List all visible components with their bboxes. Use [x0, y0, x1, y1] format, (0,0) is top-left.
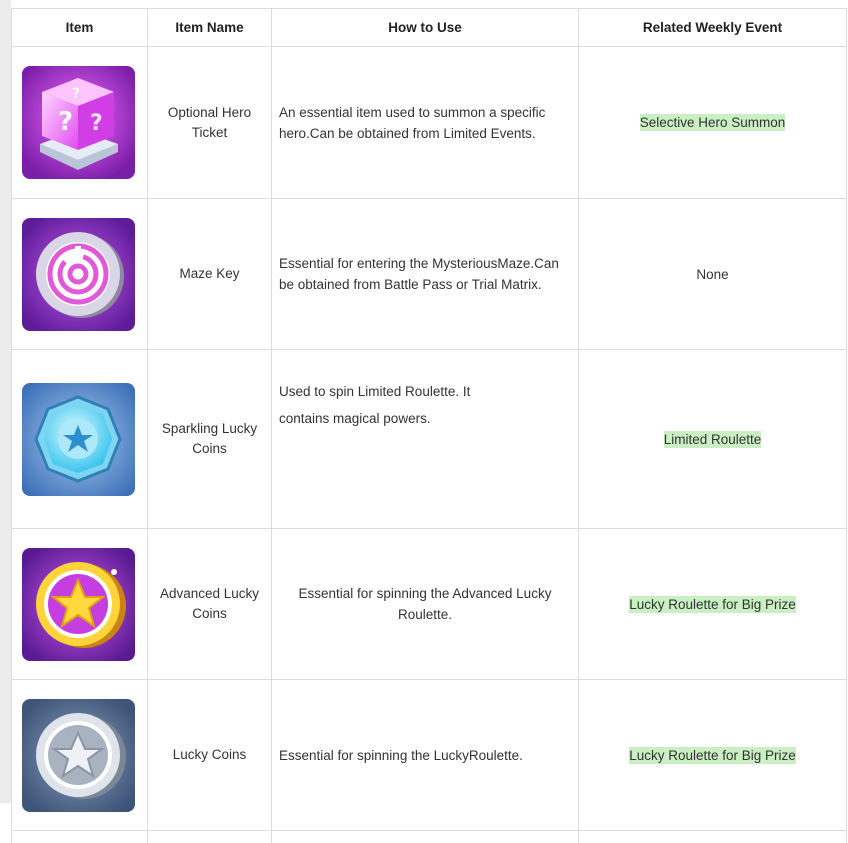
item-icon-cell: [12, 199, 148, 350]
item-usage: Essential for spinning the LuckyRoulette…: [272, 680, 579, 831]
gold-star-coin-icon: [22, 548, 135, 661]
usage-line-1: Used to spin Limited Roulette. It: [279, 378, 571, 405]
table-row: ? ? ? Optional Hero Ticket An essential …: [12, 47, 847, 199]
page: Item Item Name How to Use Related Weekly…: [0, 0, 848, 803]
related-event-cell: Lucky Roulette for Big Prize: [579, 680, 847, 831]
item-name: Optional Hero Ticket: [148, 47, 272, 199]
item-name: Maze Key: [148, 199, 272, 350]
header-related-event: Related Weekly Event: [579, 9, 847, 47]
sparkling-coin-icon: [22, 383, 135, 496]
related-event-cell: Selective Hero Summon: [579, 47, 847, 199]
related-event-cell: Limited Roulette: [579, 350, 847, 529]
related-event-cell: Lucky Roulette for Big Prize: [579, 529, 847, 680]
item-usage: Essential for entering the MysteriousMaz…: [272, 199, 579, 350]
header-item: Item: [12, 9, 148, 47]
table-row: Sparkling Lucky Coins Used to spin Limit…: [12, 350, 847, 529]
left-gutter: [0, 0, 11, 803]
item-icon-cell: [12, 350, 148, 529]
empty-cell: [272, 831, 579, 843]
svg-text:?: ?: [90, 111, 103, 136]
table-header-row: Item Item Name How to Use Related Weekly…: [12, 9, 847, 47]
svg-text:?: ?: [72, 86, 80, 102]
silver-star-coin-icon: [22, 699, 135, 812]
item-icon-cell: [12, 680, 148, 831]
item-icon-cell: [12, 529, 148, 680]
related-event-link[interactable]: Lucky Roulette for Big Prize: [629, 596, 796, 613]
table-row: Advanced Lucky Coins Essential for spinn…: [12, 529, 847, 680]
header-how-to-use: How to Use: [272, 9, 579, 47]
empty-cell: [579, 831, 847, 843]
item-icon-cell: ? ? ?: [12, 47, 148, 199]
item-usage: An essential item used to summon a speci…: [272, 47, 579, 199]
related-event-cell: None: [579, 199, 847, 350]
usage-line-2: contains magical powers.: [279, 405, 571, 432]
item-usage: Used to spin Limited Roulette. It contai…: [272, 350, 579, 529]
related-event-link[interactable]: Selective Hero Summon: [640, 114, 786, 131]
svg-text:?: ?: [58, 107, 73, 137]
empty-cell: [12, 831, 148, 843]
item-name: Lucky Coins: [148, 680, 272, 831]
empty-cell: [148, 831, 272, 843]
maze-key-icon: [22, 218, 135, 331]
items-table: Item Item Name How to Use Related Weekly…: [11, 8, 847, 843]
table-row-partial: [12, 831, 847, 843]
item-usage: Essential for spinning the Advanced Luck…: [272, 529, 579, 680]
related-event-link[interactable]: Lucky Roulette for Big Prize: [629, 747, 796, 764]
header-item-name: Item Name: [148, 9, 272, 47]
item-name: Sparkling Lucky Coins: [148, 350, 272, 529]
item-name: Advanced Lucky Coins: [148, 529, 272, 680]
purple-cube-ticket-icon: ? ? ?: [22, 66, 135, 179]
related-event-link[interactable]: Limited Roulette: [664, 431, 762, 448]
table-row: Maze Key Essential for entering the Myst…: [12, 199, 847, 350]
table-row: Lucky Coins Essential for spinning the L…: [12, 680, 847, 831]
